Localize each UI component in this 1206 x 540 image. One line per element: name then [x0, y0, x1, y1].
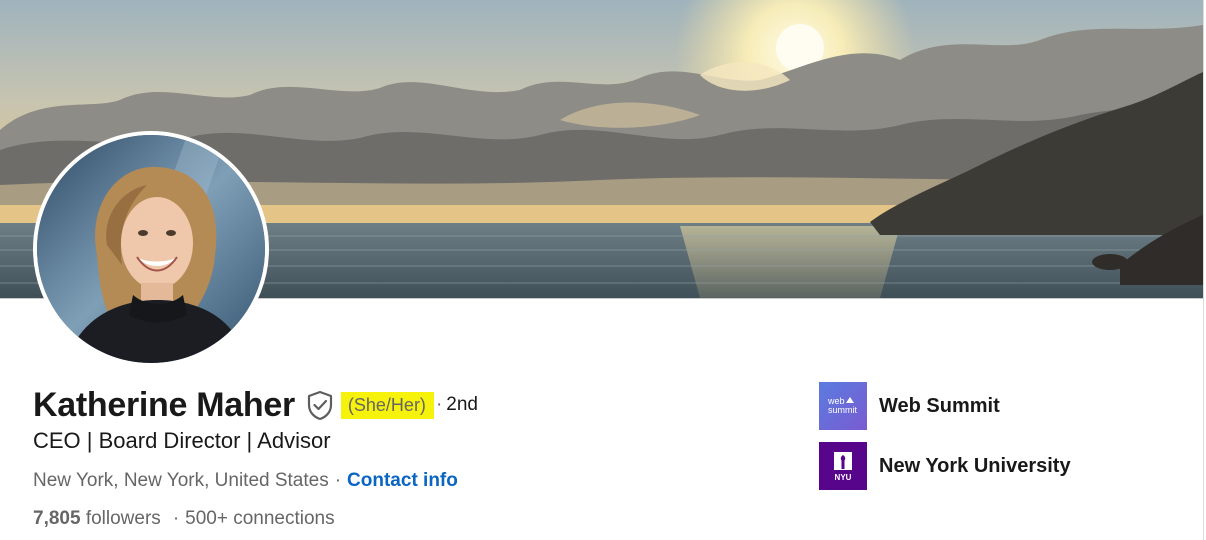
name-row: Katherine Maher (She/Her) · 2nd [33, 382, 478, 428]
org-nyu[interactable]: NYU New York University [819, 442, 1071, 490]
profile-headline: CEO | Board Director | Advisor [33, 428, 331, 453]
nyu-torch-logo: NYU [819, 442, 867, 490]
connection-degree: · 2nd [436, 394, 478, 416]
org-name: Web Summit [879, 394, 1000, 417]
contact-info-link[interactable]: Contact info [347, 470, 458, 491]
stats-separator: · [172, 508, 180, 529]
pronouns: (She/Her) [340, 391, 434, 419]
location-separator: · [334, 470, 342, 491]
org-web-summit[interactable]: web summit Web Summit [819, 382, 1000, 430]
location-row: New York, New York, United States · Contac… [33, 470, 458, 492]
profile-name: Katherine Maher [33, 385, 295, 424]
connections-link[interactable]: 500+ connections [185, 508, 334, 529]
degree-separator: · [435, 394, 443, 415]
degree-label: 2nd [446, 394, 478, 415]
org-name: New York University [879, 454, 1071, 477]
followers-count: 7,805 [33, 508, 81, 529]
followers-label[interactable]: followers [86, 508, 161, 529]
location-text: New York, New York, United States [33, 470, 329, 491]
shield-check-icon[interactable] [305, 389, 335, 421]
profile-photo[interactable] [33, 131, 269, 367]
profile-card: Katherine Maher (She/Her) · 2nd CEO | Boa… [0, 0, 1204, 540]
web-summit-logo: web summit [819, 382, 867, 430]
svg-text:summit: summit [828, 405, 857, 415]
svg-text:NYU: NYU [835, 473, 852, 482]
network-stats: 7,805 followers · 500+ connections [33, 508, 335, 530]
